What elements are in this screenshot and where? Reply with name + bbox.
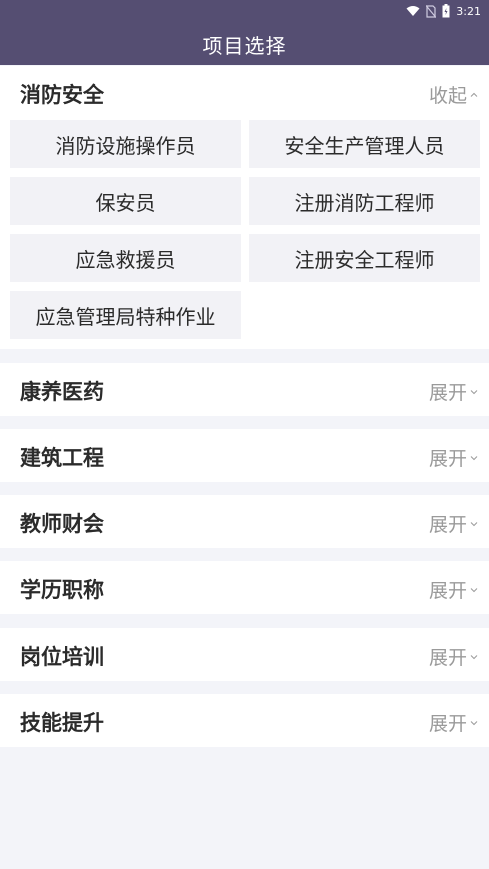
section-teacher-finance[interactable]: 教师财会 展开 [0, 495, 489, 548]
section-title: 建筑工程 [20, 446, 104, 470]
section-title: 教师财会 [20, 512, 104, 536]
page-title: 项目选择 [202, 34, 287, 58]
status-bar: 3:21 [406, 2, 481, 20]
option-item[interactable]: 消防设施操作员 [10, 120, 241, 168]
toggle-label: 展开 [428, 448, 467, 470]
expand-toggle[interactable]: 展开 [429, 643, 479, 670]
option-item[interactable]: 保安员 [10, 177, 241, 225]
toggle-label: 展开 [428, 647, 467, 669]
chevron-down-icon [470, 389, 478, 394]
section-skill-upgrade[interactable]: 技能提升 展开 [0, 694, 489, 747]
section-fire-safety: 消防安全 收起 消防设施操作员 安全生产管理人员 保安员 注册消防工程师 应急救… [0, 66, 489, 349]
section-header[interactable]: 技能提升 展开 [0, 694, 489, 748]
option-item[interactable]: 安全生产管理人员 [249, 120, 480, 168]
toggle-label: 展开 [428, 580, 467, 602]
section-job-training[interactable]: 岗位培训 展开 [0, 628, 489, 681]
section-title: 消防安全 [20, 83, 104, 107]
battery-icon [442, 4, 450, 18]
chevron-down-icon [470, 720, 478, 725]
chevron-up-icon [470, 92, 478, 97]
wifi-icon [406, 6, 420, 16]
chevron-down-icon [470, 654, 478, 659]
toggle-label: 展开 [428, 382, 467, 404]
section-title: 康养医药 [20, 380, 104, 404]
expand-toggle[interactable]: 展开 [429, 709, 479, 736]
section-education-title[interactable]: 学历职称 展开 [0, 561, 489, 614]
option-item[interactable]: 注册消防工程师 [249, 177, 480, 225]
expand-toggle[interactable]: 展开 [429, 444, 479, 471]
section-header[interactable]: 教师财会 展开 [0, 495, 489, 549]
section-header[interactable]: 建筑工程 展开 [0, 429, 489, 483]
section-header[interactable]: 学历职称 展开 [0, 561, 489, 615]
chevron-down-icon [470, 521, 478, 526]
section-title: 学历职称 [20, 578, 104, 602]
expand-toggle[interactable]: 展开 [429, 510, 479, 537]
section-construction[interactable]: 建筑工程 展开 [0, 429, 489, 482]
collapse-toggle[interactable]: 收起 [429, 81, 479, 108]
option-item[interactable]: 应急管理局特种作业 [10, 291, 241, 339]
status-time: 3:21 [456, 4, 481, 18]
section-health-care[interactable]: 康养医药 展开 [0, 363, 489, 416]
option-item[interactable]: 应急救援员 [10, 234, 241, 282]
section-header[interactable]: 康养医药 展开 [0, 363, 489, 417]
expand-toggle[interactable]: 展开 [429, 576, 479, 603]
section-title: 岗位培训 [20, 645, 104, 669]
toggle-label: 收起 [428, 85, 467, 107]
chevron-down-icon [470, 455, 478, 460]
expand-toggle[interactable]: 展开 [429, 378, 479, 405]
section-header[interactable]: 岗位培训 展开 [0, 628, 489, 682]
app-header: 3:21 项目选择 [0, 0, 489, 65]
toggle-label: 展开 [428, 514, 467, 536]
no-sim-icon [426, 4, 437, 18]
chevron-down-icon [470, 587, 478, 592]
toggle-label: 展开 [428, 713, 467, 735]
section-title: 技能提升 [20, 711, 104, 735]
section-header[interactable]: 消防安全 收起 [0, 66, 489, 120]
option-item[interactable]: 注册安全工程师 [249, 234, 480, 282]
